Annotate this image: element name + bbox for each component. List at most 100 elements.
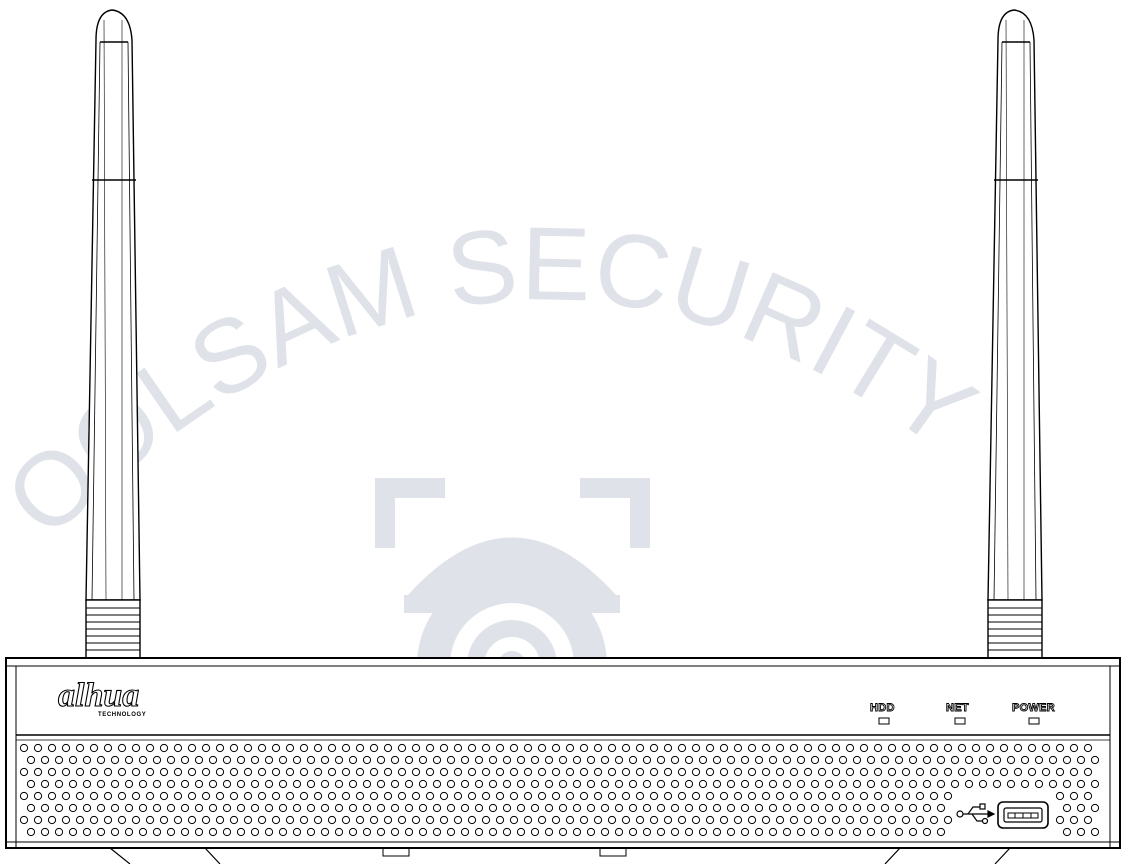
vent-hole bbox=[614, 827, 624, 837]
vent-hole bbox=[894, 827, 904, 837]
usb-port[interactable] bbox=[997, 801, 1049, 829]
vent-hole bbox=[523, 767, 533, 777]
vent-hole bbox=[446, 803, 456, 813]
vent-hole bbox=[313, 767, 323, 777]
vent-hole bbox=[593, 743, 603, 753]
vent-hole bbox=[159, 791, 169, 801]
vent-hole bbox=[320, 827, 330, 837]
vent-hole bbox=[495, 791, 505, 801]
vent-hole bbox=[712, 803, 722, 813]
vent-hole bbox=[936, 779, 946, 789]
vent-hole bbox=[866, 803, 876, 813]
vent-hole bbox=[796, 803, 806, 813]
vent-hole bbox=[264, 803, 274, 813]
vent-hole bbox=[663, 743, 673, 753]
vent-hole bbox=[292, 779, 302, 789]
vent-hole bbox=[558, 755, 568, 765]
vent-hole bbox=[705, 815, 715, 825]
vent-hole bbox=[250, 755, 260, 765]
vent-hole bbox=[1020, 755, 1030, 765]
vent-hole bbox=[943, 743, 953, 753]
vent-hole bbox=[467, 767, 477, 777]
vent-hole bbox=[369, 815, 379, 825]
vent-hole bbox=[404, 803, 414, 813]
vent-hole bbox=[1013, 767, 1023, 777]
vent-hole bbox=[1062, 827, 1072, 837]
vent-hole bbox=[390, 779, 400, 789]
vent-hole bbox=[68, 779, 78, 789]
vent-hole bbox=[754, 779, 764, 789]
vent-hole bbox=[642, 827, 652, 837]
vent-hole bbox=[152, 779, 162, 789]
vent-hole bbox=[481, 767, 491, 777]
vent-hole bbox=[26, 827, 36, 837]
vent-hole bbox=[600, 827, 610, 837]
vent-hole bbox=[145, 815, 155, 825]
vent-hole bbox=[1090, 803, 1100, 813]
vent-hole bbox=[873, 743, 883, 753]
vent-hole bbox=[600, 755, 610, 765]
vent-hole bbox=[971, 743, 981, 753]
vent-hole bbox=[516, 827, 526, 837]
vent-hole bbox=[649, 767, 659, 777]
vent-hole bbox=[138, 779, 148, 789]
vent-hole bbox=[446, 827, 456, 837]
vent-hole bbox=[110, 755, 120, 765]
vent-hole bbox=[1090, 779, 1100, 789]
vent-hole bbox=[278, 827, 288, 837]
vent-hole bbox=[166, 803, 176, 813]
vent-hole bbox=[642, 803, 652, 813]
vent-hole bbox=[320, 755, 330, 765]
vent-hole bbox=[740, 779, 750, 789]
vent-hole bbox=[1041, 767, 1051, 777]
vent-hole bbox=[488, 755, 498, 765]
vent-hole bbox=[649, 743, 659, 753]
vent-hole bbox=[607, 767, 617, 777]
vent-hole bbox=[866, 827, 876, 837]
vent-hole bbox=[572, 803, 582, 813]
vent-hole bbox=[817, 791, 827, 801]
vent-hole bbox=[950, 755, 960, 765]
vent-hole bbox=[495, 815, 505, 825]
vent-hole bbox=[754, 755, 764, 765]
vent-hole bbox=[404, 755, 414, 765]
vent-hole bbox=[985, 743, 995, 753]
vent-hole bbox=[635, 767, 645, 777]
vent-hole bbox=[551, 767, 561, 777]
vent-hole bbox=[110, 779, 120, 789]
vent-hole bbox=[502, 779, 512, 789]
vent-hole bbox=[208, 803, 218, 813]
vent-hole bbox=[866, 755, 876, 765]
vent-hole bbox=[649, 791, 659, 801]
vent-hole bbox=[628, 827, 638, 837]
vent-hole bbox=[740, 755, 750, 765]
vent-hole bbox=[138, 827, 148, 837]
vent-hole bbox=[572, 755, 582, 765]
vent-hole bbox=[985, 767, 995, 777]
vent-hole bbox=[782, 755, 792, 765]
vent-hole bbox=[40, 803, 50, 813]
vent-hole bbox=[208, 755, 218, 765]
vent-hole bbox=[754, 803, 764, 813]
vent-hole bbox=[82, 803, 92, 813]
vent-hole bbox=[684, 827, 694, 837]
vent-hole bbox=[292, 827, 302, 837]
vent-hole bbox=[152, 803, 162, 813]
vent-hole bbox=[278, 779, 288, 789]
vent-hole bbox=[432, 827, 442, 837]
vent-hole bbox=[383, 791, 393, 801]
vent-hole bbox=[145, 743, 155, 753]
vent-hole bbox=[656, 803, 666, 813]
vent-hole bbox=[488, 779, 498, 789]
vent-hole bbox=[96, 755, 106, 765]
vent-hole bbox=[915, 743, 925, 753]
vent-hole bbox=[894, 803, 904, 813]
vent-hole bbox=[523, 791, 533, 801]
vent-hole bbox=[173, 815, 183, 825]
vent-hole bbox=[663, 815, 673, 825]
vent-hole bbox=[838, 827, 848, 837]
vent-hole bbox=[446, 755, 456, 765]
vent-hole bbox=[54, 827, 64, 837]
vent-hole bbox=[369, 791, 379, 801]
vent-hole bbox=[922, 827, 932, 837]
